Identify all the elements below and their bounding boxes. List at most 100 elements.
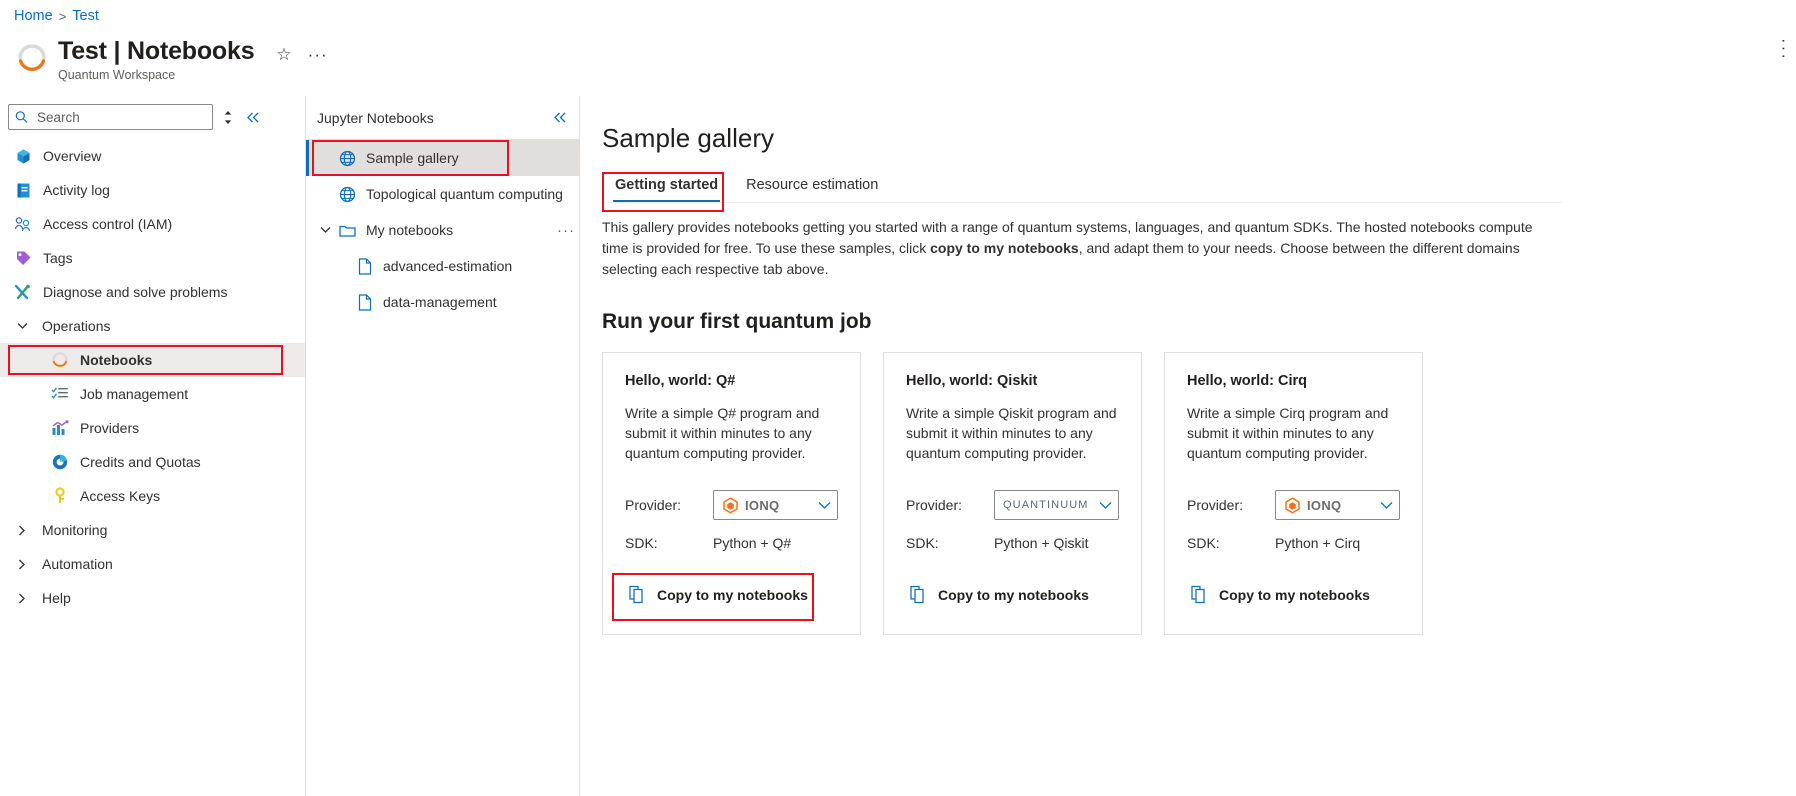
copy-to-my-notebooks-button[interactable]: Copy to my notebooks — [612, 573, 838, 621]
sidebar-group-automation[interactable]: Automation — [0, 547, 305, 581]
sidebar-group-monitoring[interactable]: Monitoring — [0, 513, 305, 547]
sample-cards: Hello, world: Q# Write a simple Q# progr… — [602, 352, 1796, 635]
sidebar-item-providers[interactable]: Providers — [0, 411, 305, 445]
tree-item-topological-quantum-computing[interactable]: Topological quantum computing — [306, 176, 579, 212]
quantinuum-logo-icon: QUANTINUUM — [1003, 499, 1089, 511]
provider-value: IONQ — [745, 497, 780, 513]
chevron-down-icon — [1380, 501, 1393, 510]
folder-ellipsis-icon[interactable]: ··· — [557, 222, 579, 239]
sidebar-group-label: Automation — [42, 556, 113, 572]
tree-item-my-notebooks[interactable]: My notebooks ··· — [306, 212, 579, 248]
file-icon — [356, 293, 373, 311]
notebooks-icon — [51, 351, 69, 369]
search-box[interactable] — [8, 104, 213, 130]
sdk-row: SDK: Python + Qiskit — [906, 527, 1119, 559]
chevron-down-icon — [14, 322, 30, 330]
sidebar-item-label: Notebooks — [80, 352, 153, 368]
chevron-down-icon — [818, 501, 831, 510]
sidebar-item-job-management[interactable]: Job management — [0, 377, 305, 411]
sidebar-item-credits-quotas[interactable]: % Credits and Quotas — [0, 445, 305, 479]
card-description: Write a simple Cirq program and submit i… — [1187, 405, 1389, 461]
access-keys-icon — [51, 487, 69, 505]
sidebar-item-notebooks[interactable]: Notebooks — [0, 343, 305, 377]
tab-label: Getting started — [615, 177, 719, 193]
breadcrumb-test[interactable]: Test — [72, 8, 99, 24]
sidebar-item-access-keys[interactable]: Access Keys — [0, 479, 305, 513]
tab-label: Resource estimation — [746, 177, 879, 193]
page-title: Test | Notebooks — [58, 37, 255, 65]
header-actions: ☆ ··· — [276, 46, 327, 63]
sidebar-item-label: Tags — [43, 250, 73, 266]
sidebar-item-tags[interactable]: Tags — [0, 241, 305, 275]
globe-icon — [339, 186, 356, 203]
tab-divider — [602, 202, 1562, 203]
overview-icon — [14, 147, 32, 165]
page-header: Test | Notebooks Quantum Workspace ☆ ··· — [14, 36, 1796, 84]
sidebar-item-label: Activity log — [43, 182, 110, 198]
sidebar-item-label: Diagnose and solve problems — [43, 284, 228, 300]
copy-label: Copy to my notebooks — [1219, 586, 1370, 603]
provider-label: Provider: — [1187, 497, 1244, 513]
copy-icon — [910, 585, 928, 604]
provider-dropdown[interactable]: IONQ — [713, 490, 838, 520]
copy-to-my-notebooks-button[interactable]: Copy to my notebooks — [906, 579, 1119, 610]
sdk-value: Python + Cirq — [1275, 535, 1361, 551]
search-icon — [15, 111, 28, 124]
copy-label: Copy to my notebooks — [657, 586, 808, 603]
copy-to-my-notebooks-button[interactable]: Copy to my notebooks — [1187, 579, 1400, 610]
sidebar-group-operations[interactable]: Operations — [0, 309, 305, 343]
sample-card[interactable]: Hello, world: Qiskit Write a simple Qisk… — [883, 352, 1142, 635]
sidebar-group-help[interactable]: Help — [0, 581, 305, 615]
star-icon[interactable]: ☆ — [276, 46, 291, 63]
copy-label: Copy to my notebooks — [938, 586, 1089, 603]
quantum-workspace-icon — [14, 40, 54, 84]
sdk-value: Python + Q# — [713, 535, 792, 551]
card-title: Hello, world: Q# — [625, 373, 736, 389]
left-navigation: Overview Activity log — [0, 96, 306, 796]
globe-icon — [339, 150, 356, 167]
double-chevron-left-icon[interactable] — [553, 111, 567, 124]
sidebar-item-label: Overview — [43, 148, 102, 164]
tab-resource-estimation[interactable]: Resource estimation — [733, 175, 891, 202]
azure-portal-page: Home > Test Test | Notebooks Quantum Wor… — [0, 0, 1796, 796]
search-row — [0, 104, 305, 130]
main-title: Sample gallery — [602, 123, 774, 153]
card-spacer — [625, 463, 838, 489]
page-subtitle: Quantum Workspace — [58, 68, 176, 82]
tab-getting-started[interactable]: Getting started — [602, 172, 731, 212]
tree-item-advanced-estimation[interactable]: advanced-estimation — [306, 248, 579, 284]
breadcrumb-home[interactable]: Home — [14, 8, 53, 24]
double-chevron-left-icon[interactable] — [243, 109, 263, 126]
sidebar-item-activity-log[interactable]: Activity log — [0, 173, 305, 207]
sidebar-group-label: Monitoring — [42, 522, 108, 538]
sdk-value: Python + Qiskit — [994, 535, 1089, 551]
sdk-row: SDK: Python + Q# — [625, 527, 838, 559]
sidebar-item-diagnose[interactable]: Diagnose and solve problems — [0, 275, 305, 309]
provider-dropdown[interactable]: QUANTINUUM — [994, 490, 1119, 520]
sort-icon[interactable] — [219, 108, 237, 127]
page-overflow-ellipsis-icon[interactable]: ··· — [1774, 38, 1794, 61]
sidebar-item-label: Providers — [80, 420, 140, 436]
chevron-right-icon — [14, 559, 30, 570]
sample-card[interactable]: Hello, world: Cirq Write a simple Cirq p… — [1164, 352, 1423, 635]
provider-dropdown[interactable]: IONQ — [1275, 490, 1400, 520]
sidebar-item-access-control[interactable]: Access control (IAM) — [0, 207, 305, 241]
sidebar-item-overview[interactable]: Overview — [0, 139, 305, 173]
ellipsis-icon[interactable]: ··· — [308, 46, 328, 63]
tree-item-sample-gallery[interactable]: Sample gallery — [306, 140, 579, 176]
sidebar-item-label: Job management — [80, 386, 189, 402]
search-input[interactable] — [35, 108, 212, 126]
ionq-logo-icon — [722, 496, 739, 514]
provider-row: Provider: IONQ — [1187, 489, 1400, 521]
card-description: Write a simple Qiskit program and submit… — [906, 405, 1117, 461]
sample-card[interactable]: Hello, world: Q# Write a simple Q# progr… — [602, 352, 861, 635]
chevron-down-icon[interactable] — [317, 226, 333, 234]
sdk-row: SDK: Python + Cirq — [1187, 527, 1400, 559]
tree-item-data-management[interactable]: data-management — [306, 284, 579, 320]
tree-item-label: data-management — [383, 294, 497, 310]
title-block: Test | Notebooks Quantum Workspace — [58, 36, 255, 83]
nav-list: Overview Activity log Access control (IA… — [0, 139, 305, 615]
gallery-description: This gallery provides notebooks getting … — [602, 217, 1547, 280]
tree-item-label: Topological quantum computing — [366, 186, 563, 202]
job-management-icon — [51, 385, 69, 403]
